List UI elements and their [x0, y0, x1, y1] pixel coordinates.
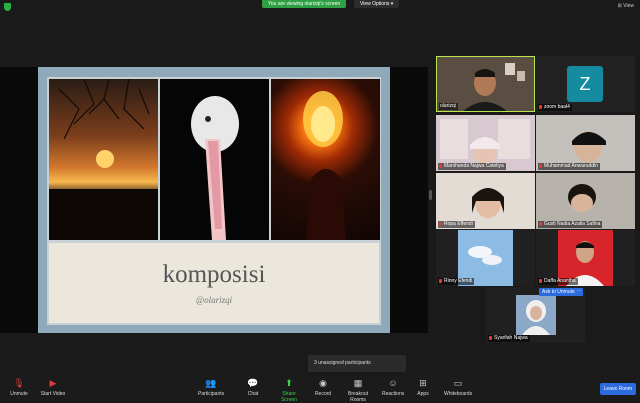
participant-name: Marshanda Najwa Cateliya	[438, 163, 506, 170]
mic-muted-icon	[539, 163, 542, 168]
participant-name: Rinny Efendi	[438, 278, 475, 285]
video-tile-ropa[interactable]: Ropa Effendi	[436, 173, 535, 229]
mic-muted-icon: 🎙	[13, 378, 25, 388]
video-tile-zoom-baal4[interactable]: Z zoom baal4	[536, 56, 635, 112]
leave-room-button[interactable]: Leave Room	[599, 383, 636, 395]
chat-icon: 💬	[247, 378, 259, 388]
video-off-icon: ▶	[49, 378, 57, 388]
video-tile-daffa[interactable]: Daffa Anantha	[536, 230, 635, 286]
record-button[interactable]: ◉ Record	[314, 377, 332, 397]
breakout-rooms-icon: ▦	[353, 378, 363, 388]
apps-icon: ⊞	[419, 378, 427, 388]
viewing-banner: You are viewing olarizqi's screen	[262, 0, 347, 8]
slide-subtitle: @olarizqi	[195, 295, 233, 305]
participant-name: zoom baal4	[538, 104, 572, 111]
view-options-button[interactable]: View Options ▾	[354, 0, 400, 8]
sunset-photo	[49, 79, 158, 240]
mic-muted-icon	[439, 163, 442, 168]
slide-title: komposisi	[162, 261, 266, 288]
fire-breather-photo	[271, 79, 380, 240]
video-tile-rinny[interactable]: Rinny Efendi	[436, 230, 535, 286]
reactions-button[interactable]: ☺ Reactions	[382, 377, 404, 397]
mic-muted-icon	[489, 335, 492, 340]
pelican-photo	[160, 79, 269, 240]
video-tile-olarizqi[interactable]: olarizqi	[436, 56, 535, 112]
participant-name: Daffa Anantha	[538, 278, 578, 285]
record-icon: ◉	[319, 378, 327, 388]
whiteboards-button[interactable]: ▭ Whiteboards	[444, 377, 472, 397]
ask-to-unmute-button[interactable]: Ask to Unmute	[539, 288, 578, 296]
share-screen-icon: ⬆	[285, 378, 293, 388]
slide-caption: komposisi @olarizqi	[49, 243, 379, 323]
view-button[interactable]: ⊞ View	[618, 3, 634, 9]
avatar: Z	[567, 66, 603, 102]
participant-name: olarizqi	[439, 103, 458, 110]
reactions-icon: ☺	[388, 378, 398, 388]
breakout-rooms-button[interactable]: ▦ Breakout Rooms	[340, 377, 376, 403]
shield-icon[interactable]	[4, 3, 11, 11]
mic-muted-icon	[539, 278, 542, 283]
people-icon: 👥	[205, 378, 217, 388]
unassigned-participants-notice[interactable]: 3 unassigned participants	[308, 355, 406, 372]
video-tile-muhammad[interactable]: Muhammad Anwaruddin	[536, 115, 635, 171]
mic-muted-icon	[439, 278, 442, 283]
participant-name: Ropa Effendi	[438, 221, 475, 228]
video-tile-gusti[interactable]: Gusti Nadia Azalia Safina	[536, 173, 635, 229]
meeting-toolbar: 🎙 Unmute ▶ Start Video 👥 Participants 💬 …	[0, 376, 640, 403]
presentation-slide: komposisi @olarizqi	[38, 67, 390, 333]
mic-muted-icon	[539, 104, 542, 109]
chat-button[interactable]: 💬 Chat	[244, 377, 262, 397]
participant-name: Gusti Nadia Azalia Safina	[538, 221, 603, 228]
unmute-button[interactable]: 🎙 Unmute	[8, 377, 30, 397]
start-video-button[interactable]: ▶ Start Video	[40, 377, 66, 397]
video-tile-marshanda[interactable]: Marshanda Najwa Cateliya	[436, 115, 535, 171]
participant-name: Syarifah Najwa	[488, 335, 530, 342]
apps-button[interactable]: ⊞ Apps	[416, 377, 430, 397]
more-options-button[interactable]: ···	[575, 288, 583, 296]
mic-muted-icon	[539, 221, 542, 226]
slide-content: komposisi @olarizqi	[47, 77, 381, 325]
participants-button[interactable]: 👥 Participants	[198, 377, 224, 397]
top-bar: You are viewing olarizqi's screen View O…	[0, 0, 640, 12]
participant-name: Muhammad Anwaruddin	[538, 163, 600, 170]
whiteboard-icon: ▭	[453, 378, 463, 388]
resize-handle[interactable]	[429, 190, 432, 200]
share-screen-button[interactable]: ⬆ Share Screen	[275, 377, 303, 403]
mic-muted-icon	[439, 221, 442, 226]
